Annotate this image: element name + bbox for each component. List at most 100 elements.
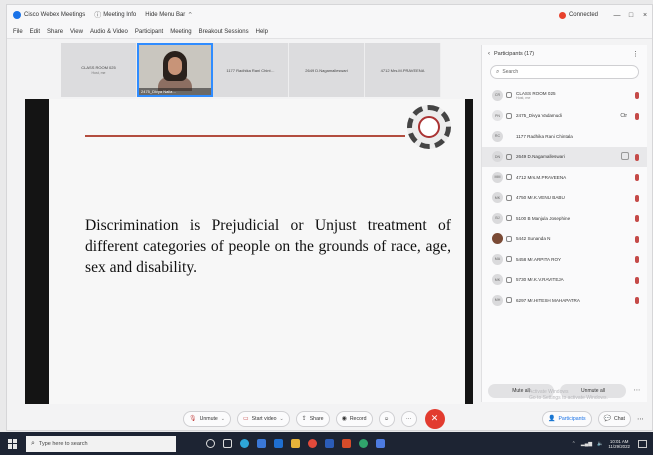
store-icon[interactable] bbox=[257, 439, 266, 448]
participants-toggle-button[interactable]: 👤 Participants bbox=[541, 410, 592, 427]
menu-bar: File Edit Share View Audio & Video Parti… bbox=[7, 25, 652, 39]
share-label: Share bbox=[309, 415, 324, 422]
presentation-slide: Discrimination is Prejudicial or Unjust … bbox=[49, 99, 465, 404]
microphone-muted-icon[interactable] bbox=[635, 112, 639, 120]
taskbar-search-input[interactable]: ⌕ Type here to search bbox=[26, 435, 176, 452]
connection-status[interactable]: Connected bbox=[569, 12, 598, 18]
menu-view[interactable]: View bbox=[70, 29, 83, 35]
end-meeting-button[interactable]: ✕ bbox=[424, 408, 445, 429]
thumbnail-tile[interactable]: 2649 D.Nagamalleswari bbox=[289, 43, 365, 97]
close-icon: ✕ bbox=[430, 413, 439, 423]
participant-video bbox=[158, 51, 192, 91]
meeting-controls: 🎙 Unmute ⌄ ▭ Start video ⌄ ⇪ Share ◉ Rec… bbox=[7, 405, 652, 432]
network-icon[interactable]: ▂▄▆ bbox=[581, 441, 592, 447]
mail-icon[interactable] bbox=[274, 439, 283, 448]
thumbnail-tile[interactable]: 4712 Mrs.M.PRAVEENA bbox=[365, 43, 441, 97]
close-button[interactable]: × bbox=[638, 12, 652, 19]
thumbnail-tile[interactable]: CLASS ROOM 025 Host, me bbox=[61, 43, 137, 97]
cortana-icon[interactable] bbox=[206, 439, 215, 448]
thumbnail-name: 2649 D.Nagamalleswari bbox=[305, 67, 348, 73]
file-explorer-icon[interactable] bbox=[291, 439, 300, 448]
start-video-button[interactable]: ▭ Start video ⌄ bbox=[237, 410, 290, 427]
chrome-icon[interactable] bbox=[308, 439, 317, 448]
chevron-down-icon[interactable]: ⌄ bbox=[279, 416, 283, 422]
participant-row[interactable]: BJ 5100 B Manjula Josephine bbox=[482, 208, 647, 229]
participant-action-button[interactable] bbox=[621, 151, 629, 160]
participant-search-input[interactable]: ⌕ Search bbox=[490, 65, 639, 79]
word-icon[interactable] bbox=[325, 439, 334, 448]
collapse-chevron-icon[interactable]: ‹ bbox=[488, 51, 490, 57]
participant-row[interactable]: MM 4712 Mrs.M.PRAVEENA bbox=[482, 167, 647, 188]
menu-audio-video[interactable]: Audio & Video bbox=[90, 29, 128, 35]
device-icon bbox=[506, 297, 512, 304]
microphone-muted-icon[interactable] bbox=[635, 215, 639, 222]
thumbnail-name: 4712 Mrs.M.PRAVEENA bbox=[380, 67, 425, 73]
activate-windows-watermark: Activate Windows Go to Settings to activ… bbox=[529, 389, 608, 401]
participant-row[interactable]: RC 1177 Radhika Rani Chintala bbox=[482, 126, 647, 147]
microphone-muted-icon[interactable] bbox=[635, 174, 639, 181]
avatar: RC bbox=[492, 130, 503, 142]
participant-row[interactable]: CR CLASS ROOM 025 Host, me bbox=[482, 85, 647, 106]
participant-row[interactable]: DN 2649 D.Nagamalleswari bbox=[482, 146, 647, 167]
chat-button[interactable]: 💬 Chat bbox=[597, 410, 631, 427]
participant-row[interactable]: MA 5458 Mr.ARPITA ROY bbox=[482, 249, 647, 270]
minimize-button[interactable]: — bbox=[610, 12, 624, 19]
clock[interactable]: 10:01 AM 11/29/2022 bbox=[608, 439, 630, 449]
menu-breakout-sessions[interactable]: Breakout Sessions bbox=[199, 29, 249, 35]
record-button[interactable]: ◉ Record bbox=[335, 410, 373, 427]
device-icon bbox=[506, 112, 512, 119]
menu-participant[interactable]: Participant bbox=[135, 29, 163, 35]
microphone-muted-icon[interactable] bbox=[635, 153, 639, 161]
menu-share[interactable]: Share bbox=[47, 29, 63, 35]
more-options-icon[interactable]: ⋯ bbox=[632, 384, 642, 398]
participant-row[interactable]: MK 4750 Mr.K.VENU BABU bbox=[482, 188, 647, 209]
app-icon[interactable] bbox=[342, 439, 351, 448]
menu-meeting[interactable]: Meeting bbox=[170, 29, 191, 35]
chevron-up-icon[interactable]: ⌃ bbox=[572, 441, 576, 447]
microphone-muted-icon[interactable] bbox=[635, 235, 639, 243]
more-options-icon[interactable]: ⋯ bbox=[637, 415, 644, 423]
chat-label: Chat bbox=[614, 415, 625, 422]
participant-extra: Ctr bbox=[620, 112, 627, 119]
menu-edit[interactable]: Edit bbox=[30, 29, 40, 35]
microphone-muted-icon[interactable] bbox=[635, 297, 639, 304]
participants-header: ‹ Participants (17) ⋮ bbox=[482, 45, 647, 63]
participant-name: 5442 Sunanda N bbox=[516, 236, 551, 242]
record-label: Record bbox=[349, 415, 367, 422]
volume-icon[interactable]: 🔈 bbox=[597, 441, 603, 447]
maximize-button[interactable]: □ bbox=[624, 12, 638, 19]
thumbnail-video-tile[interactable]: 2475_Divya Nalla… bbox=[137, 43, 213, 97]
meeting-info-button[interactable]: ⓘ Meeting Info bbox=[94, 10, 136, 20]
task-view-icon[interactable] bbox=[223, 439, 232, 448]
microphone-muted-icon[interactable] bbox=[635, 194, 639, 202]
menu-help[interactable]: Help bbox=[256, 29, 268, 35]
participants-label: Participants bbox=[558, 415, 586, 422]
microphone-muted-icon[interactable] bbox=[635, 256, 639, 263]
hide-menu-bar-button[interactable]: Hide Menu Bar ⌃ bbox=[145, 11, 195, 19]
record-icon: ◉ bbox=[341, 416, 347, 422]
thumbnail-tile[interactable]: 1177 Radhika Rani Chint… bbox=[213, 43, 289, 97]
edge-icon[interactable] bbox=[240, 439, 249, 448]
participant-name: 5730 Mr.K.V.RAVITEJA bbox=[516, 277, 564, 283]
notification-icon[interactable] bbox=[638, 439, 647, 448]
unmute-button[interactable]: 🎙 Unmute ⌄ bbox=[183, 410, 231, 427]
windows-start-icon[interactable] bbox=[8, 438, 18, 449]
microphone-muted-icon: 🎙 bbox=[189, 416, 197, 422]
participant-row[interactable]: MK 5730 Mr.K.V.RAVITEJA bbox=[482, 270, 647, 291]
app-icon[interactable] bbox=[376, 439, 385, 448]
participant-name: 4750 Mr.K.VENU BABU bbox=[516, 195, 565, 201]
microphone-muted-icon[interactable] bbox=[635, 276, 639, 284]
more-options-icon[interactable]: ⋮ bbox=[632, 50, 639, 58]
participants-title: Participants (17) bbox=[494, 51, 535, 57]
share-button[interactable]: ⇪ Share bbox=[295, 410, 330, 427]
watermark-line2: Go to Settings to activate Windows. bbox=[529, 395, 608, 401]
participant-row[interactable]: 5442 Sunanda N bbox=[482, 229, 647, 250]
menu-file[interactable]: File bbox=[13, 29, 23, 35]
microphone-muted-icon[interactable] bbox=[635, 92, 639, 99]
more-button[interactable]: ⋯ bbox=[400, 410, 417, 427]
participant-row[interactable]: PN 2475_Divya Vadamudi Ctr bbox=[482, 106, 647, 127]
reactions-button[interactable]: ☺ bbox=[378, 410, 395, 427]
chevron-down-icon[interactable]: ⌄ bbox=[221, 416, 225, 422]
participant-row[interactable]: MH 6297 Mr.HITESH MAHAPATRA bbox=[482, 290, 647, 311]
webex-icon[interactable] bbox=[359, 439, 368, 448]
